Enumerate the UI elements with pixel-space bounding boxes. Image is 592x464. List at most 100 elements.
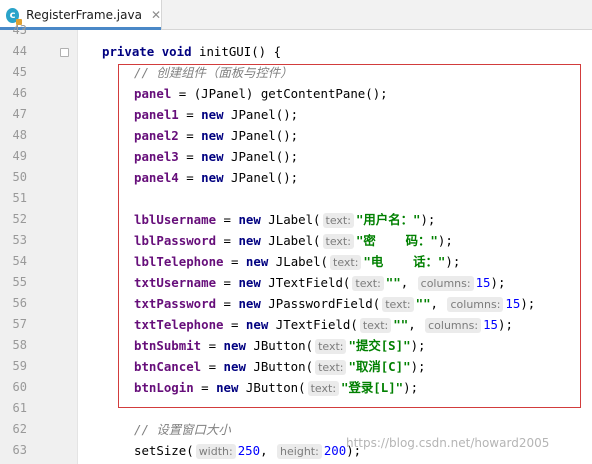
code-line-48: 48 panel2 = new JPanel(); <box>0 125 592 146</box>
line-number: 43 <box>12 23 27 37</box>
code-text: btnLogin = new JButton(text: "登录[L]"); <box>134 377 418 398</box>
code-token: , <box>430 296 439 311</box>
parameter-hint: columns: <box>417 276 474 291</box>
watermark: https://blog.csdn.net/howard2005 <box>346 436 550 450</box>
string-literal: "" <box>415 296 431 311</box>
code-line-47: 47 panel1 = new JPanel(); <box>0 104 592 125</box>
line-number: 53 <box>12 233 27 247</box>
code-token: , <box>260 443 268 458</box>
code-text: panel1 = new JPanel(); <box>134 104 298 125</box>
number-literal: 15 <box>483 317 498 332</box>
number-literal: 250 <box>237 443 261 458</box>
code-line-54: 54 lblTelephone = new JLabel(text: "电 话："… <box>0 251 592 272</box>
code-comment: // 创建组件（面板与控件） <box>134 65 293 80</box>
code-line-45: 45 // 创建组件（面板与控件） <box>0 62 592 83</box>
code-token: ); <box>410 359 426 374</box>
code-comment: // 设置窗口大小 <box>134 422 231 437</box>
code-line-44: 44 private void initGUI() { <box>0 41 592 62</box>
parameter-hint: text: <box>315 339 347 354</box>
string-literal: "用户名：" <box>355 212 421 227</box>
field-name: panel <box>134 86 172 101</box>
code-token: ); <box>420 212 436 227</box>
code-token: = <box>223 254 246 269</box>
line-number: 48 <box>12 128 27 142</box>
code-line-60: 60 btnLogin = new JButton(text: "登录[L]"); <box>0 377 592 398</box>
keyword: new <box>238 212 261 227</box>
code-text: btnCancel = new JButton(text: "取消[C]"); <box>134 356 426 377</box>
field-name: btnSubmit <box>134 338 202 353</box>
keyword: new <box>216 380 239 395</box>
line-number: 52 <box>12 212 27 226</box>
line-number: 61 <box>12 401 27 415</box>
parameter-hint: width: <box>195 444 236 459</box>
code-line-61: 61 <box>0 398 592 419</box>
code-token: JLabel( <box>260 233 321 248</box>
fold-marker-icon[interactable] <box>60 48 69 57</box>
keyword: new <box>201 149 224 164</box>
code-token: setSize( <box>134 443 194 458</box>
code-line-55: 55 txtUsername = new JTextField(text: "",… <box>0 272 592 293</box>
code-token: JButton( <box>245 359 314 374</box>
code-text: txtTelephone = new JTextField(text: "", c… <box>134 314 513 335</box>
code-token: = <box>223 317 246 332</box>
code-line-52: 52 lblUsername = new JLabel(text: "用户名：")… <box>0 209 592 230</box>
line-number: 46 <box>12 86 27 100</box>
code-token: ); <box>497 317 513 332</box>
code-line-43: 43 <box>0 20 592 41</box>
code-token: JTextField( <box>268 317 358 332</box>
code-token: = (JPanel) getContentPane(); <box>171 86 388 101</box>
code-text: panel4 = new JPanel(); <box>134 167 298 188</box>
code-token: JPasswordField( <box>260 296 381 311</box>
code-token: = <box>193 380 217 395</box>
code-token: JPanel(); <box>223 170 299 185</box>
code-token: ); <box>445 254 461 269</box>
field-name: panel3 <box>134 149 179 164</box>
line-number: 56 <box>12 296 27 310</box>
number-literal: 15 <box>505 296 521 311</box>
string-literal: "" <box>393 317 409 332</box>
line-number: 50 <box>12 170 27 184</box>
code-line-56: 56 txtPassword = new JPasswordField(text… <box>0 293 592 314</box>
line-number: 59 <box>12 359 27 373</box>
code-token: = <box>178 149 202 164</box>
code-token: initGUI() { <box>191 44 282 59</box>
keyword: new <box>223 359 246 374</box>
code-token: ); <box>403 380 419 395</box>
parameter-hint: text: <box>322 234 354 249</box>
code-text: lblTelephone = new JLabel(text: "电 话："); <box>134 251 460 272</box>
code-line-49: 49 panel3 = new JPanel(); <box>0 146 592 167</box>
parameter-hint: text: <box>359 318 392 333</box>
field-name: panel1 <box>134 107 179 122</box>
code-token: JPanel(); <box>223 128 299 143</box>
code-text: txtUsername = new JTextField(text: "", co… <box>134 272 505 293</box>
keyword: void <box>161 44 192 59</box>
number-literal: 200 <box>323 443 347 458</box>
number-literal: 15 <box>475 275 491 290</box>
code-line-51: 51 <box>0 188 592 209</box>
code-token: ); <box>520 296 536 311</box>
string-literal: "取消[C]" <box>348 359 411 374</box>
keyword: private <box>102 44 155 59</box>
code-token: ); <box>490 275 506 290</box>
field-name: lblPassword <box>134 233 217 248</box>
parameter-hint: text: <box>382 297 414 312</box>
keyword: new <box>201 128 224 143</box>
code-token: = <box>201 359 224 374</box>
code-token: JButton( <box>245 338 314 353</box>
field-name: panel4 <box>134 170 179 185</box>
code-editor[interactable]: 43 44 private void initGUI() { 45 // 创建组… <box>0 0 592 464</box>
field-name: lblTelephone <box>134 254 224 269</box>
field-name: txtUsername <box>134 275 217 290</box>
parameter-hint: height: <box>277 444 322 459</box>
parameter-hint: text: <box>330 255 362 270</box>
keyword: new <box>238 296 261 311</box>
code-token: = <box>216 233 239 248</box>
keyword: new <box>201 170 224 185</box>
line-number: 54 <box>12 254 27 268</box>
code-token: JTextField( <box>260 275 351 290</box>
code-token: = <box>178 170 202 185</box>
line-number: 47 <box>12 107 27 121</box>
code-line-57: 57 txtTelephone = new JTextField(text: ""… <box>0 314 592 335</box>
field-name: btnCancel <box>134 359 202 374</box>
line-number: 58 <box>12 338 27 352</box>
